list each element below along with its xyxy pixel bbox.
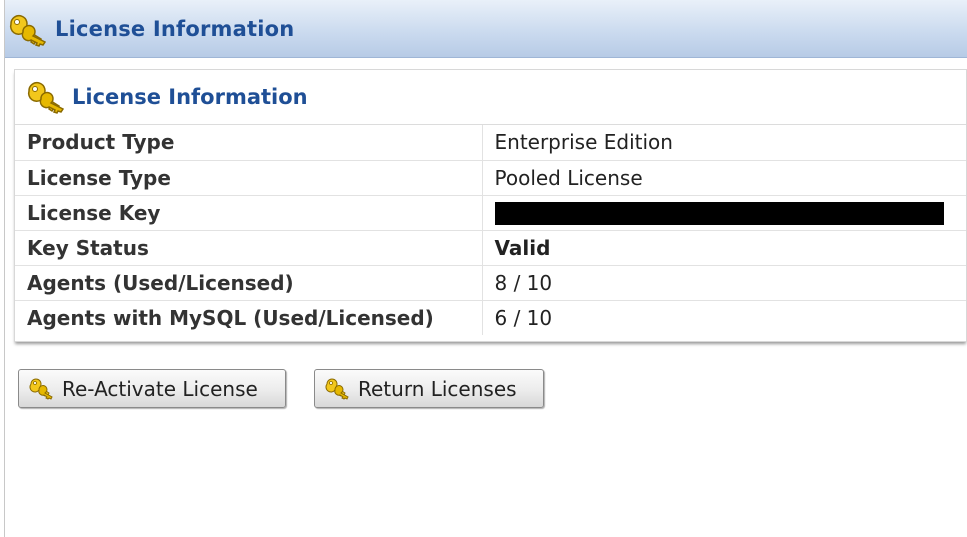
table-row: Agents (Used/Licensed) 8 / 10 — [15, 265, 966, 301]
table-row: Agents with MySQL (Used/Licensed) 6 / 10 — [15, 300, 966, 335]
page-title: License Information — [55, 17, 295, 41]
key-status-value: Valid — [482, 230, 966, 266]
redacted-license-key — [494, 202, 944, 225]
table-row: Key Status Valid — [15, 230, 966, 266]
re-activate-license-button[interactable]: Re-Activate License — [18, 369, 286, 408]
license-page: License Information License Information … — [4, 0, 967, 537]
key-icon — [7, 12, 51, 52]
license-info-table: Product Type Enterprise Edition License … — [15, 125, 966, 335]
table-row: License Type Pooled License — [15, 160, 966, 196]
return-licenses-button[interactable]: Return Licenses — [314, 369, 544, 408]
key-icon — [25, 79, 69, 121]
license-type-value: Pooled License — [482, 160, 966, 196]
product-type-label: Product Type — [15, 125, 483, 161]
license-info-panel: License Information Product Type Enterpr… — [14, 69, 967, 342]
product-type-value: Enterprise Edition — [482, 125, 966, 161]
key-icon — [29, 377, 55, 401]
page-header: License Information — [5, 0, 967, 58]
agents-mysql-value: 6 / 10 — [494, 305, 553, 330]
return-licenses-label: Return Licenses — [358, 376, 517, 401]
key-status-label: Key Status — [15, 230, 483, 266]
agents-mysql-label: Agents with MySQL (Used/Licensed) — [15, 300, 483, 335]
panel-title: License Information — [72, 85, 308, 109]
panel-header: License Information — [15, 70, 966, 125]
agents-label: Agents (Used/Licensed) — [15, 265, 483, 301]
agents-value: 8 / 10 — [482, 265, 966, 301]
license-key-label: License Key — [15, 195, 483, 231]
re-activate-license-label: Re-Activate License — [62, 376, 258, 401]
license-key-value — [482, 195, 966, 231]
key-icon — [325, 377, 351, 401]
table-row: License Key — [15, 195, 966, 231]
license-type-label: License Type — [15, 160, 483, 196]
table-row: Product Type Enterprise Edition — [15, 125, 966, 161]
